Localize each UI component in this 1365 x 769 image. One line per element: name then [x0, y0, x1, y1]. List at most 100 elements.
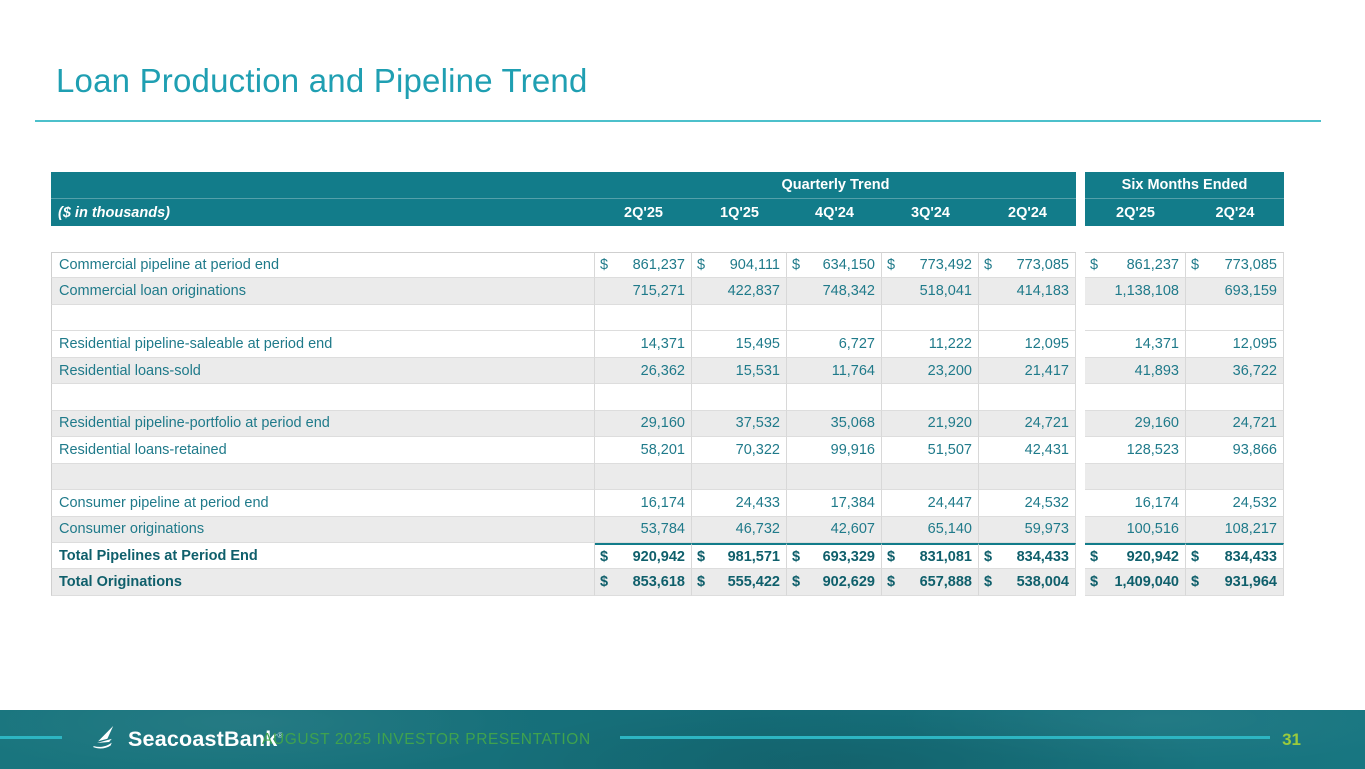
value-cell: $538,004: [979, 569, 1076, 595]
cell-value: 53,784: [641, 521, 685, 537]
value-cell: 24,721: [979, 411, 1076, 437]
value-cell: 100,516: [1085, 517, 1186, 543]
cell-value: 853,618: [633, 574, 685, 590]
cell-value: 128,523: [1127, 442, 1179, 458]
cell-value: 518,041: [920, 283, 972, 299]
value-cell: [1085, 384, 1186, 410]
cell-value: 65,140: [928, 521, 972, 537]
header-col-6m-2q25: 2Q'25: [1085, 199, 1186, 226]
cell-value: 981,571: [728, 549, 780, 565]
value-cell: 46,732: [692, 517, 787, 543]
value-cell: 24,721: [1186, 411, 1284, 437]
column-gap: [1076, 490, 1085, 516]
table-row-spacer: [51, 305, 1284, 331]
cell-value: 11,764: [832, 363, 875, 379]
value-cell: [1186, 384, 1284, 410]
cell-value: 35,068: [831, 415, 875, 431]
value-cell: 23,200: [882, 358, 979, 384]
cell-value: 11,222: [929, 336, 972, 352]
value-cell: [595, 384, 692, 410]
value-cell: [1186, 464, 1284, 490]
table-row: Total Pipelines at Period End $920,942 $98…: [51, 543, 1284, 569]
cell-value: 24,721: [1025, 415, 1069, 431]
value-cell: 70,322: [692, 437, 787, 463]
value-cell: 42,607: [787, 517, 882, 543]
column-gap: [1076, 569, 1085, 595]
value-cell: [1085, 305, 1186, 331]
value-cell: $861,237: [1085, 252, 1186, 278]
value-cell: $920,942: [595, 543, 692, 569]
cell-value: 93,866: [1233, 442, 1277, 458]
value-cell: $634,150: [787, 252, 882, 278]
cell-value: 414,183: [1017, 283, 1069, 299]
table-header: Quarterly Trend Six Months Ended ($ in t…: [51, 172, 1284, 226]
table-body: Commercial pipeline at period end$861,23…: [51, 252, 1284, 596]
footer-left-rule: [0, 736, 62, 739]
table-row: Total Originations$853,618$555,422$902,6…: [51, 569, 1284, 595]
cell-value: 70,322: [736, 442, 780, 458]
value-cell: [882, 384, 979, 410]
row-label-cell: Commercial pipeline at period end: [51, 252, 595, 278]
cell-value: 657,888: [920, 574, 972, 590]
table-row: Residential loans-retained58,20170,32299…: [51, 437, 1284, 463]
row-label-cell: Total Originations: [51, 569, 595, 595]
value-cell: $931,964: [1186, 569, 1284, 595]
value-cell: [979, 464, 1076, 490]
column-gap: [1076, 278, 1085, 304]
dollar-sign: $: [792, 257, 800, 273]
table-row: Commercial pipeline at period end$861,23…: [51, 252, 1284, 278]
value-cell: 35,068: [787, 411, 882, 437]
cell-value: 100,516: [1127, 521, 1179, 537]
value-cell: [692, 384, 787, 410]
value-cell: $861,237: [595, 252, 692, 278]
dollar-sign: $: [600, 574, 608, 590]
row-label-cell: [51, 384, 595, 410]
dollar-sign: $: [1090, 549, 1098, 565]
header-col-q-4q24: 4Q'24: [787, 199, 882, 226]
row-label-cell: [51, 305, 595, 331]
cell-value: 920,942: [633, 549, 685, 565]
value-cell: $831,081: [882, 543, 979, 569]
cell-value: 12,095: [1233, 336, 1277, 352]
value-cell: 422,837: [692, 278, 787, 304]
value-cell: 42,431: [979, 437, 1076, 463]
dollar-sign: $: [600, 257, 608, 273]
cell-value: 831,081: [920, 549, 972, 565]
value-cell: 1,138,108: [1085, 278, 1186, 304]
cell-value: 24,532: [1025, 495, 1069, 511]
column-gap: [1076, 358, 1085, 384]
header-group-quarterly-trend: Quarterly Trend: [595, 172, 1076, 199]
value-cell: 14,371: [1085, 331, 1186, 357]
seacoast-sail-logo-icon: [88, 724, 119, 755]
column-gap: [1076, 411, 1085, 437]
value-cell: $657,888: [882, 569, 979, 595]
value-cell: 15,531: [692, 358, 787, 384]
cell-value: 58,201: [641, 442, 685, 458]
value-cell: 24,532: [979, 490, 1076, 516]
column-gap: [1076, 252, 1085, 278]
header-col-q-2q25: 2Q'25: [595, 199, 692, 226]
cell-value: 748,342: [823, 283, 875, 299]
cell-value: 693,329: [823, 549, 875, 565]
table-row: Residential loans-sold26,36215,53111,764…: [51, 358, 1284, 384]
value-cell: 16,174: [1085, 490, 1186, 516]
cell-value: 834,433: [1017, 549, 1069, 565]
cell-value: 773,085: [1225, 257, 1277, 273]
brand-name: SeacoastBank®: [128, 727, 284, 752]
value-cell: 128,523: [1085, 437, 1186, 463]
cell-value: 24,447: [928, 495, 972, 511]
row-label: Total Pipelines at Period End: [59, 548, 258, 564]
cell-value: 538,004: [1017, 574, 1069, 590]
value-cell: $773,085: [1186, 252, 1284, 278]
value-cell: $693,329: [787, 543, 882, 569]
cell-value: 24,721: [1233, 415, 1277, 431]
page-number: 31: [1282, 710, 1301, 769]
cell-value: 23,200: [928, 363, 972, 379]
dollar-sign: $: [792, 549, 800, 565]
value-cell: [787, 305, 882, 331]
header-blank-cell: [51, 172, 595, 199]
cell-value: 108,217: [1225, 521, 1277, 537]
value-cell: 53,784: [595, 517, 692, 543]
table-row: Residential pipeline-portfolio at period…: [51, 411, 1284, 437]
table-row: Consumer pipeline at period end16,17424,…: [51, 490, 1284, 516]
